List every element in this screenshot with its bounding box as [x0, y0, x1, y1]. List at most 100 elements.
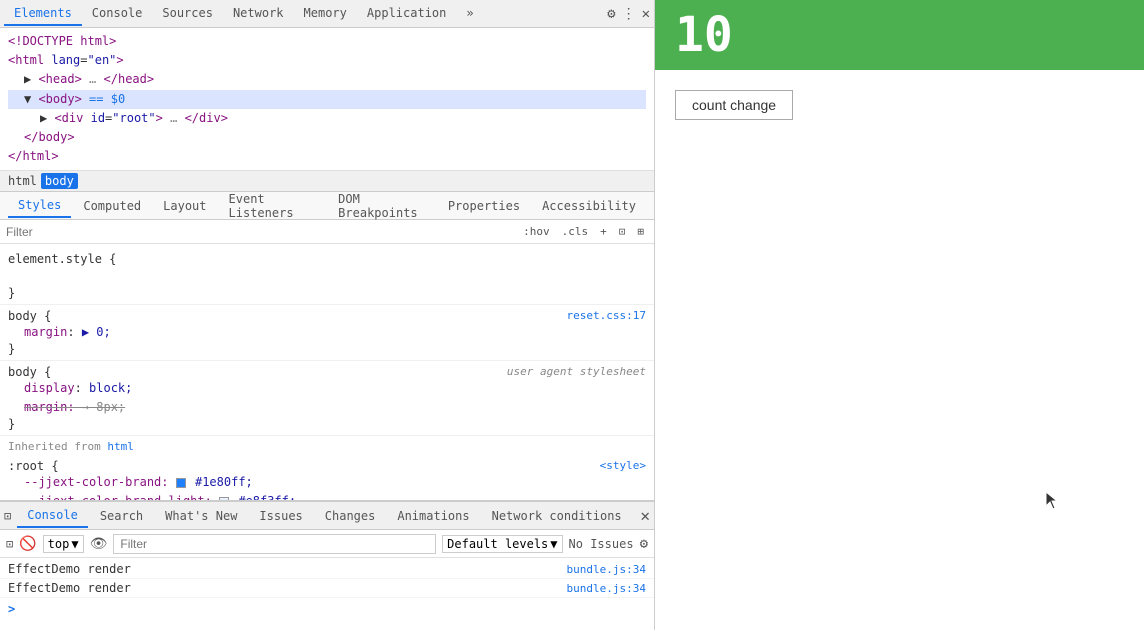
html-line-doctype: <!DOCTYPE html> [8, 32, 646, 51]
console-gear-icon[interactable]: ⚙ [640, 536, 648, 552]
ctab-whats-new[interactable]: What's New [155, 505, 247, 527]
ctab-changes[interactable]: Changes [315, 505, 386, 527]
console-no-issues: No Issues [569, 537, 634, 551]
tab-elements[interactable]: Elements [4, 2, 82, 26]
styles-content: element.style { } body { reset.css:17 ma… [0, 244, 654, 500]
filter-actions: :hov .cls + ⊡ ⊞ [519, 223, 648, 240]
rule-prop-brand: --jjext-color-brand: #1e80ff; [8, 473, 646, 492]
settings-icon[interactable]: ⚙ [607, 6, 615, 22]
html-line-head[interactable]: ▶ <head> … </head> [8, 70, 646, 89]
console-panel-icon2[interactable]: ⊡ [6, 537, 13, 551]
rule-prop-brand-light: --jjext-color-brand-light: #e8f3ff; [8, 492, 646, 500]
more-icon[interactable]: ⋮ [622, 6, 636, 22]
stab-dom-breakpoints[interactable]: DOM Breakpoints [328, 188, 436, 224]
count-change-button[interactable]: count change [675, 90, 793, 120]
log-entry-2: EffectDemo render bundle.js:34 [0, 579, 654, 598]
styles-filter-bar: :hov .cls + ⊡ ⊞ [0, 220, 654, 244]
log-text-1: EffectDemo render [8, 562, 131, 576]
counter-bar: 10 [655, 0, 1144, 70]
close-icon[interactable]: ✕ [642, 6, 650, 22]
log-link-2[interactable]: bundle.js:34 [567, 582, 646, 595]
log-entry-1: EffectDemo render bundle.js:34 [0, 560, 654, 579]
rule-header-body-uas: body { user agent stylesheet [8, 365, 646, 379]
style-rule-root: :root { <style> --jjext-color-brand: #1e… [0, 455, 654, 500]
computed-settings-icon[interactable]: ⊞ [633, 223, 648, 240]
console-eye-icon[interactable]: 👁 [90, 536, 108, 552]
tab-network[interactable]: Network [223, 2, 294, 26]
console-prompt[interactable]: > [0, 598, 654, 620]
rule-selector-element: element.style { [8, 252, 116, 266]
rule-prop-margin: margin: ▶ 0; [8, 323, 646, 342]
rule-selector-root: :root { [8, 459, 59, 473]
tab-memory[interactable]: Memory [294, 2, 357, 26]
devtools-top-icons: ⚙ ⋮ ✕ [607, 6, 650, 22]
ctab-console[interactable]: Console [17, 504, 88, 528]
console-close-button[interactable]: ✕ [640, 506, 650, 525]
rule-header-element: element.style { [8, 252, 646, 266]
stab-properties[interactable]: Properties [438, 195, 530, 217]
breadcrumb-html[interactable]: html [8, 174, 37, 188]
breadcrumb-body[interactable]: body [41, 173, 78, 189]
html-line-body[interactable]: ▼ <body> == $0 [8, 90, 646, 109]
rule-prop-element [8, 266, 646, 285]
console-level-dropdown-icon: ▼ [550, 537, 557, 551]
style-rule-body-uas: body { user agent stylesheet display: bl… [0, 361, 654, 436]
rule-selector-body-reset: body { [8, 309, 51, 323]
html-line-html-close: </html> [8, 147, 646, 166]
breadcrumb: html body [0, 171, 654, 192]
ctab-animations[interactable]: Animations [387, 505, 479, 527]
console-panel: ⊡ Console Search What's New Issues Chang… [0, 500, 654, 630]
preview-panel: 10 count change [655, 0, 1144, 630]
rule-source-body-uas: user agent stylesheet [507, 365, 646, 378]
devtools-panel: Elements Console Sources Network Memory … [0, 0, 655, 630]
log-link-1[interactable]: bundle.js:34 [567, 563, 646, 576]
stab-accessibility[interactable]: Accessibility [532, 195, 646, 217]
rule-source-body-reset[interactable]: reset.css:17 [567, 309, 646, 322]
color-swatch-brand[interactable] [176, 478, 186, 488]
inherited-html-link[interactable]: html [107, 440, 134, 453]
console-log: EffectDemo render bundle.js:34 EffectDem… [0, 558, 654, 630]
rule-prop-display: display: block; [8, 379, 646, 398]
console-clear-icon[interactable]: 🚫 [19, 536, 36, 552]
ctab-issues[interactable]: Issues [249, 505, 312, 527]
stab-computed[interactable]: Computed [73, 195, 151, 217]
html-line-root[interactable]: ▶ <div id="root"> … </div> [8, 109, 646, 128]
rule-header-body-reset: body { reset.css:17 [8, 309, 646, 323]
rule-source-root[interactable]: <style> [600, 459, 646, 472]
ctab-network-conditions[interactable]: Network conditions [482, 505, 632, 527]
console-top-label: top [48, 537, 70, 551]
stab-layout[interactable]: Layout [153, 195, 216, 217]
stab-event-listeners[interactable]: Event Listeners [219, 188, 327, 224]
devtools-top-tabs: Elements Console Sources Network Memory … [0, 0, 654, 28]
styles-tabs: Styles Computed Layout Event Listeners D… [0, 192, 654, 220]
console-level-select[interactable]: Default levels ▼ [442, 535, 562, 553]
console-top-select[interactable]: top ▼ [43, 535, 84, 553]
color-swatch-brand-light[interactable] [219, 497, 229, 500]
console-tabs: ⊡ Console Search What's New Issues Chang… [0, 502, 654, 530]
console-dropdown-icon: ▼ [71, 537, 78, 551]
console-level-label: Default levels [447, 537, 548, 551]
stab-styles[interactable]: Styles [8, 194, 71, 218]
tab-console[interactable]: Console [82, 2, 153, 26]
tab-more[interactable]: » [456, 2, 483, 26]
html-line-html: <html lang="en"> [8, 51, 646, 70]
log-text-2: EffectDemo render [8, 581, 131, 595]
styles-filter-input[interactable] [6, 225, 513, 239]
add-style-icon[interactable]: + [596, 223, 611, 240]
main-area: Elements Console Sources Network Memory … [0, 0, 1144, 630]
console-filter-input[interactable] [113, 534, 436, 554]
ctab-search[interactable]: Search [90, 505, 153, 527]
hov-toggle[interactable]: :hov [519, 223, 554, 240]
tab-sources[interactable]: Sources [152, 2, 223, 26]
preview-content: count change [655, 70, 1144, 630]
style-rule-body-reset: body { reset.css:17 margin: ▶ 0; } [0, 305, 654, 361]
layout-icon[interactable]: ⊡ [615, 223, 630, 240]
inherited-label: Inherited from html [0, 436, 654, 455]
cls-toggle[interactable]: .cls [558, 223, 593, 240]
tab-application[interactable]: Application [357, 2, 456, 26]
style-rule-element: element.style { } [0, 248, 654, 304]
console-panel-icon: ⊡ [4, 509, 11, 523]
rule-selector-body-uas: body { [8, 365, 51, 379]
console-toolbar: ⊡ 🚫 top ▼ 👁 Default levels ▼ No Issues ⚙ [0, 530, 654, 558]
html-line-body-close: </body> [8, 128, 646, 147]
